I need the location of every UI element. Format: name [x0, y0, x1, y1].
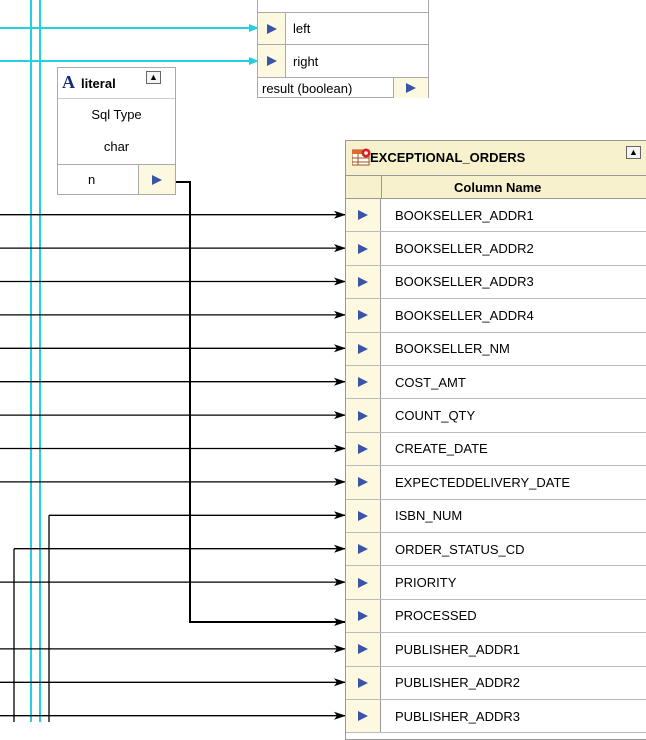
column-name: EXPECTEDDELIVERY_DATE: [395, 474, 571, 490]
port-arrow-icon[interactable]: [258, 45, 286, 77]
column-header-label: Column Name: [454, 179, 542, 195]
operator-input-right[interactable]: right: [258, 44, 428, 77]
column-name: BOOKSELLER_ADDR1: [395, 207, 534, 223]
port-arrow-icon[interactable]: [346, 633, 381, 666]
collapse-icon[interactable]: ▲: [146, 71, 161, 84]
table-row[interactable]: PUBLISHER_ADDR2: [346, 666, 646, 700]
column-name: COUNT_QTY: [395, 408, 476, 424]
column-name: PUBLISHER_ADDR2: [395, 675, 520, 691]
literal-sqltype-value: char: [103, 138, 130, 154]
port-arrow-icon[interactable]: [346, 366, 381, 399]
table-row[interactable]: ORDER_STATUS_CD: [346, 533, 646, 567]
literal-title: literal: [81, 76, 116, 91]
column-name: BOOKSELLER_ADDR4: [395, 307, 534, 323]
port-arrow-icon[interactable]: [346, 499, 381, 532]
mapping-canvas: left right result (boolean) A literal ▲ …: [0, 0, 646, 740]
literal-output[interactable]: n: [58, 164, 175, 194]
table-row[interactable]: PROCESSED: [346, 599, 646, 634]
port-arrow-icon[interactable]: [346, 332, 381, 365]
column-name: PUBLISHER_ADDR3: [395, 708, 520, 724]
literal-sqltype-label: Sql Type: [58, 98, 175, 130]
table-row[interactable]: BOOKSELLER_ADDR1: [346, 199, 646, 233]
port-arrow-icon[interactable]: [346, 700, 381, 733]
port-arrow-icon[interactable]: [346, 599, 381, 633]
port-arrow-icon[interactable]: [346, 466, 381, 499]
port-arrow-icon[interactable]: [346, 432, 381, 466]
literal-icon: A: [62, 72, 75, 92]
collapse-icon[interactable]: ▲: [626, 146, 641, 159]
port-arrow-icon[interactable]: [346, 232, 381, 265]
operator-output[interactable]: result (boolean): [258, 77, 428, 98]
table-row[interactable]: COUNT_QTY: [346, 399, 646, 433]
table-row[interactable]: BOOKSELLER_ADDR2: [346, 232, 646, 266]
port-arrow-icon[interactable]: [346, 299, 381, 332]
column-name: CREATE_DATE: [395, 441, 488, 457]
operator-input-label: left: [293, 21, 311, 36]
table-row[interactable]: PUBLISHER_ADDR3: [346, 700, 646, 734]
port-arrow-icon[interactable]: [346, 566, 381, 599]
column-name: PRIORITY: [395, 575, 457, 591]
table-icon: [351, 148, 371, 168]
literal-output-label: n: [88, 172, 96, 187]
column-header: Column Name: [346, 176, 646, 199]
port-arrow-icon[interactable]: [346, 533, 381, 566]
table-row[interactable]: CREATE_DATE: [346, 432, 646, 467]
column-name: BOOKSELLER_NM: [395, 341, 510, 357]
port-arrow-icon[interactable]: [346, 399, 381, 432]
table-title: EXCEPTIONAL_ORDERS: [370, 150, 526, 165]
table-row[interactable]: EXPECTEDDELIVERY_DATE: [346, 466, 646, 500]
table-row[interactable]: ISBN_NUM: [346, 499, 646, 533]
operator-node[interactable]: left right result (boolean): [257, 0, 429, 98]
table-node[interactable]: EXCEPTIONAL_ORDERS ▲ Column Name BOOKSEL…: [345, 140, 646, 740]
port-arrow-icon[interactable]: [346, 199, 381, 232]
operator-input-left[interactable]: left: [258, 12, 428, 44]
port-arrow-icon[interactable]: [393, 78, 428, 98]
column-name: PROCESSED: [395, 608, 477, 624]
operator-input-label: right: [293, 53, 319, 69]
table-row[interactable]: BOOKSELLER_ADDR3: [346, 265, 646, 300]
column-name: COST_AMT: [395, 374, 466, 390]
column-name: ISBN_NUM: [395, 508, 463, 524]
table-row[interactable]: PUBLISHER_ADDR1: [346, 633, 646, 667]
literal-node[interactable]: A literal ▲ Sql Type char n: [57, 67, 176, 195]
port-arrow-icon[interactable]: [138, 165, 175, 194]
table-row[interactable]: BOOKSELLER_NM: [346, 332, 646, 366]
table-header[interactable]: EXCEPTIONAL_ORDERS ▲: [346, 141, 646, 176]
operator-output-label: result (boolean): [262, 80, 353, 96]
column-name: PUBLISHER_ADDR1: [395, 641, 520, 657]
column-name: BOOKSELLER_ADDR2: [395, 241, 534, 257]
table-row[interactable]: PRIORITY: [346, 566, 646, 600]
port-arrow-icon[interactable]: [346, 265, 381, 299]
literal-header[interactable]: A literal ▲: [58, 68, 175, 98]
column-name: BOOKSELLER_ADDR3: [395, 274, 534, 290]
table-row[interactable]: COST_AMT: [346, 366, 646, 400]
table-row[interactable]: BOOKSELLER_ADDR4: [346, 299, 646, 333]
column-name: ORDER_STATUS_CD: [395, 541, 525, 557]
port-arrow-icon[interactable]: [258, 13, 286, 44]
port-arrow-icon[interactable]: [346, 666, 381, 699]
